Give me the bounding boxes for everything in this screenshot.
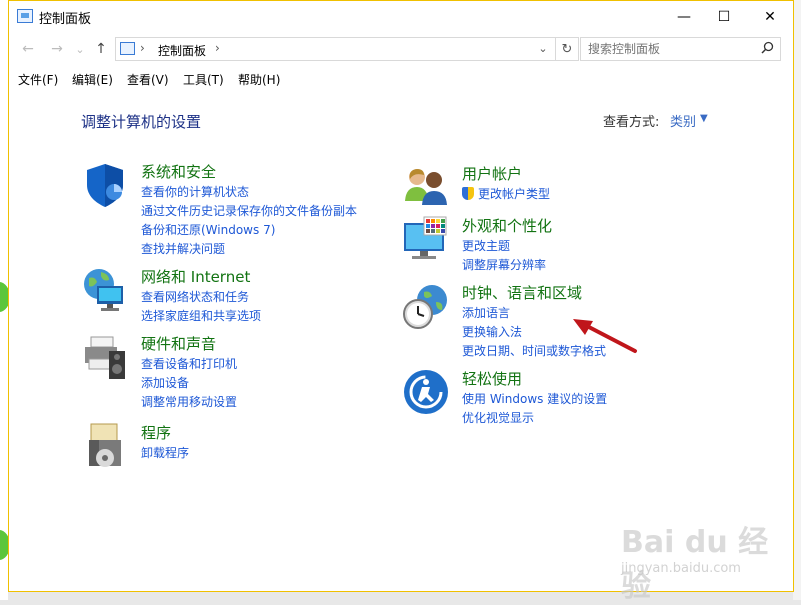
address-dropdown-button[interactable]: ⌄ — [531, 37, 555, 59]
category-heading[interactable]: 程序 — [141, 422, 171, 443]
refresh-button[interactable]: ↻ — [556, 37, 579, 61]
control-panel-window: 控制面板 — ☐ ✕ ← → ⌄ ↑ › 控制面板 › ⌄ ↻ 文件(F) 编辑… — [8, 0, 794, 604]
recent-locations-button[interactable]: ⌄ — [69, 38, 91, 60]
menu-view[interactable]: 查看(V) — [127, 71, 169, 88]
baidu-watermark-url: jingyan.baidu.com — [621, 561, 741, 576]
navigation-bar: ← → ⌄ ↑ › 控制面板 › ⌄ ↻ — [9, 34, 793, 64]
address-bar[interactable]: › 控制面板 › — [115, 37, 556, 61]
category-heading[interactable]: 外观和个性化 — [462, 215, 552, 236]
menu-bar: 文件(F) 编辑(E) 查看(V) 工具(T) 帮助(H) — [9, 68, 793, 90]
category-link-label: 更改帐户类型 — [478, 187, 551, 201]
programs-disc-icon[interactable] — [81, 422, 129, 470]
forward-button[interactable]: → — [46, 38, 68, 60]
search-box[interactable] — [580, 37, 781, 61]
category-link[interactable]: 查看你的计算机状态 — [141, 183, 357, 202]
search-input[interactable] — [581, 38, 763, 60]
window-title: 控制面板 — [39, 12, 92, 27]
view-by-caret-icon[interactable]: ▼ — [700, 113, 708, 124]
category-link[interactable]: 使用 Windows 建议的设置 — [462, 390, 607, 409]
ease-of-access-icon[interactable] — [402, 368, 450, 416]
annotation-arrow-icon — [573, 319, 637, 353]
printer-speaker-icon[interactable] — [81, 333, 129, 381]
back-button[interactable]: ← — [17, 38, 39, 60]
category-heading[interactable]: 用户帐户 — [462, 163, 522, 184]
menu-edit[interactable]: 编辑(E) — [72, 71, 113, 88]
control-panel-icon — [120, 42, 135, 55]
breadcrumb-control-panel[interactable]: 控制面板 — [158, 42, 206, 59]
background-right — [793, 0, 801, 600]
category-heading[interactable]: 时钟、语言和区域 — [462, 282, 582, 303]
category-link[interactable]: 添加设备 — [141, 374, 237, 393]
menu-help[interactable]: 帮助(H) — [238, 71, 280, 88]
category-link[interactable]: 查看设备和打印机 — [141, 355, 237, 374]
control-panel-icon — [17, 9, 33, 23]
maximize-button[interactable]: ☐ — [701, 1, 747, 32]
close-button[interactable]: ✕ — [747, 1, 793, 32]
users-icon[interactable] — [402, 163, 450, 211]
category-link[interactable]: 查看网络状态和任务 — [141, 288, 261, 307]
up-button[interactable]: ↑ — [90, 38, 112, 60]
category-heading[interactable]: 硬件和声音 — [141, 333, 216, 354]
clock-globe-icon[interactable] — [402, 282, 450, 330]
category-heading[interactable]: 轻松使用 — [462, 368, 522, 389]
category-link[interactable]: 更改主题 — [462, 237, 546, 256]
category-link[interactable]: 更改帐户类型 — [462, 185, 550, 204]
category-link[interactable]: 调整屏幕分辨率 — [462, 256, 546, 275]
menu-file[interactable]: 文件(F) — [18, 71, 58, 88]
breadcrumb-separator[interactable]: › — [215, 41, 220, 55]
category-link[interactable]: 优化视觉显示 — [462, 409, 607, 428]
view-by-label: 查看方式: — [603, 115, 660, 130]
menu-tools[interactable]: 工具(T) — [183, 71, 224, 88]
category-heading[interactable]: 系统和安全 — [141, 161, 216, 182]
page-title: 调整计算机的设置 — [81, 113, 202, 131]
uac-shield-icon — [462, 187, 474, 200]
category-link[interactable]: 查找并解决问题 — [141, 240, 357, 259]
network-globe-icon[interactable] — [81, 266, 129, 314]
monitor-palette-icon[interactable] — [402, 215, 450, 263]
category-link[interactable]: 备份和还原(Windows 7) — [141, 221, 357, 240]
view-by-dropdown[interactable]: 类别 — [670, 111, 696, 130]
category-link[interactable]: 选择家庭组和共享选项 — [141, 307, 261, 326]
search-icon[interactable] — [761, 41, 774, 58]
title-bar: 控制面板 — ☐ ✕ — [9, 1, 793, 32]
category-link[interactable]: 通过文件历史记录保存你的文件备份副本 — [141, 202, 357, 221]
category-heading[interactable]: 网络和 Internet — [141, 266, 250, 287]
category-link[interactable]: 调整常用移动设置 — [141, 393, 237, 412]
category-link[interactable]: 卸载程序 — [141, 444, 189, 463]
breadcrumb-separator: › — [140, 41, 145, 55]
shield-icon[interactable] — [81, 161, 129, 209]
